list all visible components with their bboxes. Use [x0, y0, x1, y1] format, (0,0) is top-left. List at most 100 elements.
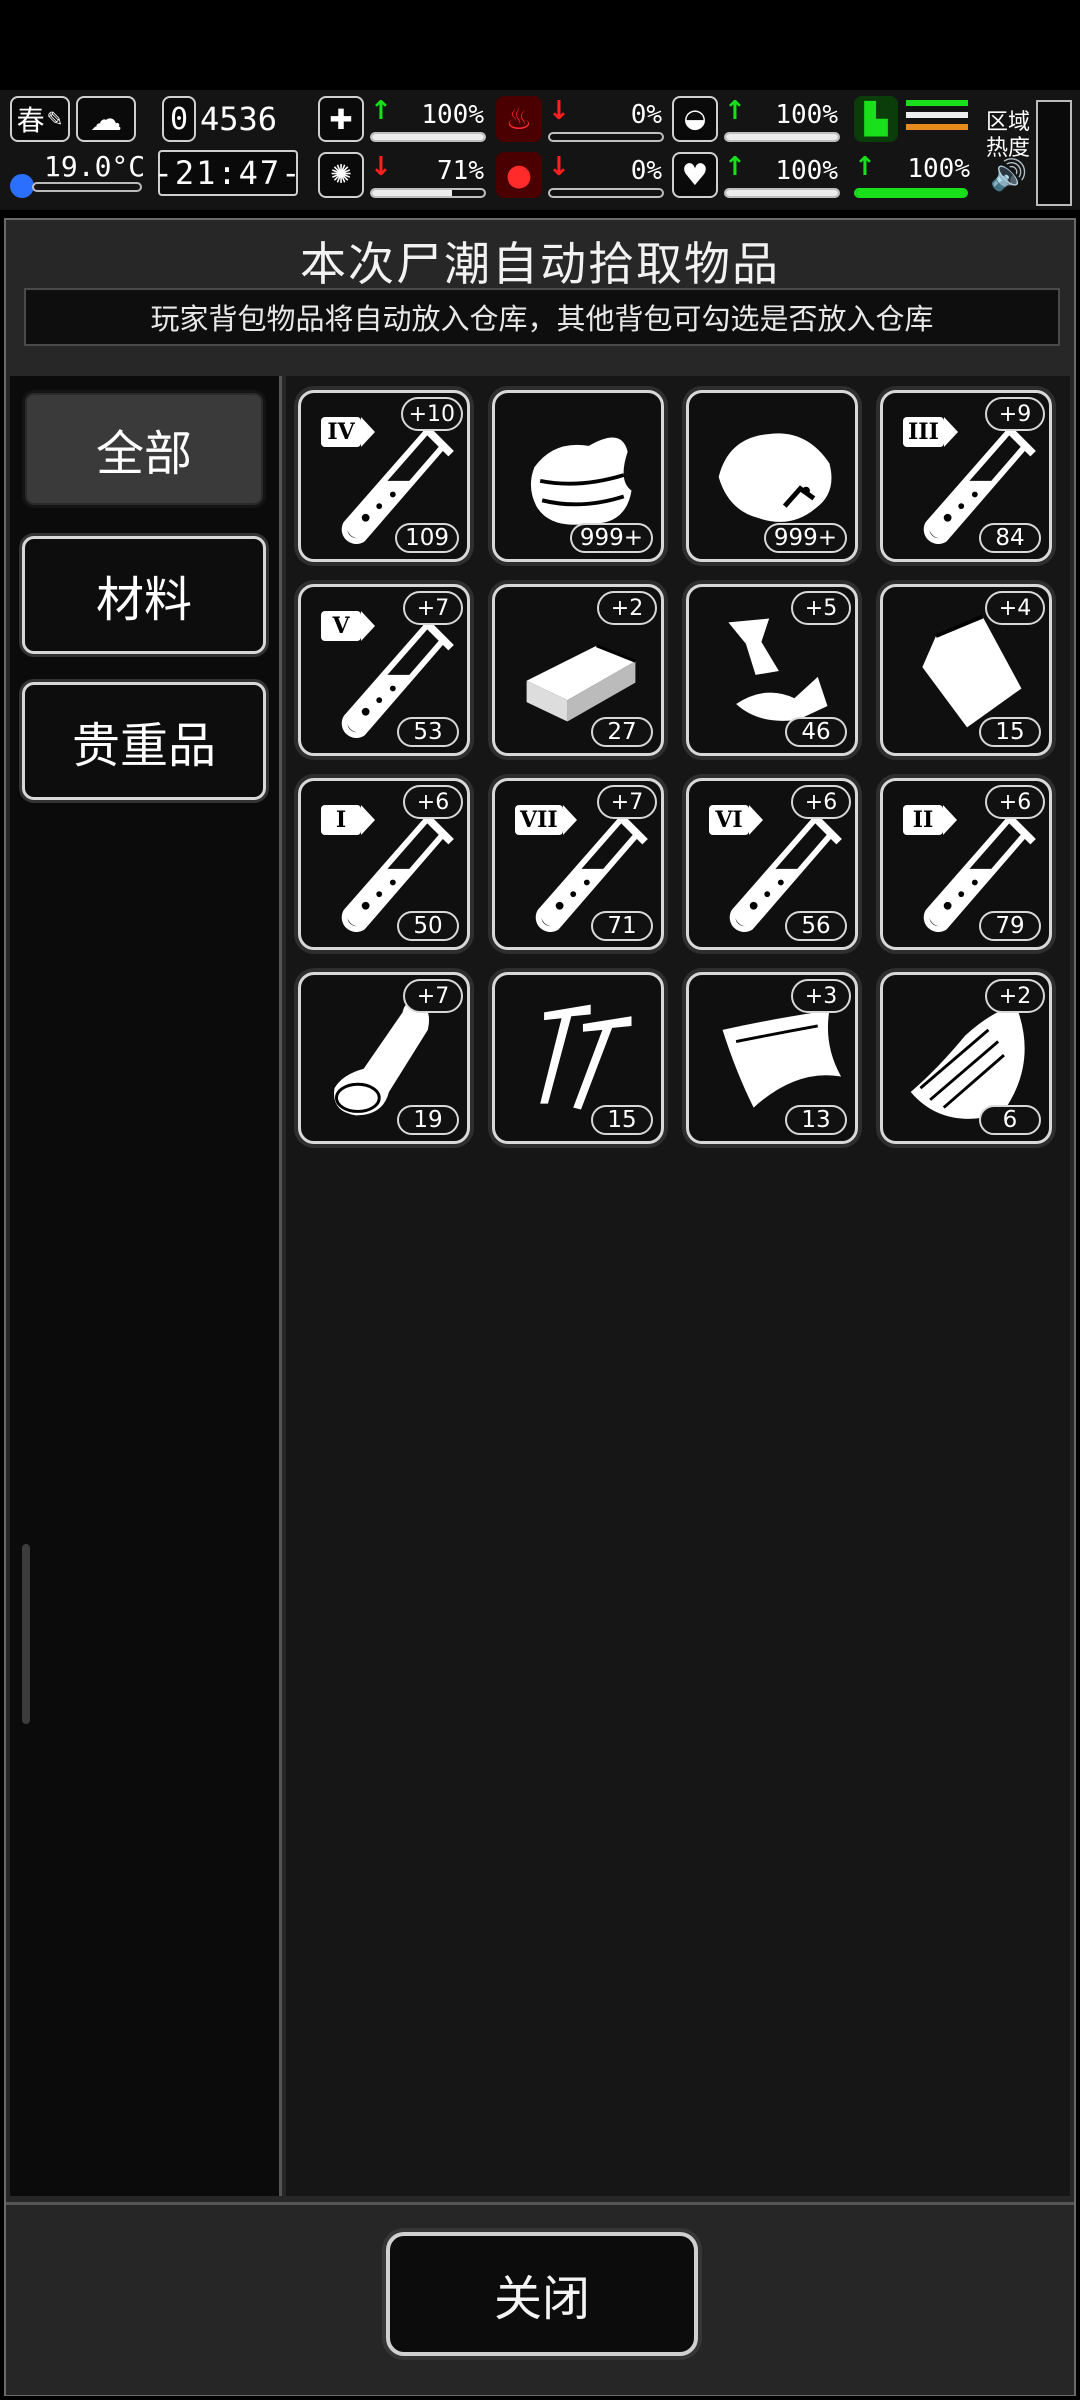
- hunger-bar: [548, 132, 664, 142]
- auto-pickup-panel: 本次尸潮自动拾取物品 玩家背包物品将自动放入仓库，其他背包可勾选是否放入仓库 全…: [4, 218, 1076, 2396]
- temperature-track: [32, 182, 142, 192]
- tier-badge: III: [903, 417, 958, 447]
- item-slot[interactable]: 999+: [492, 390, 664, 562]
- tier-badge: VII: [515, 805, 577, 835]
- item-slot[interactable]: +5 46: [686, 584, 858, 756]
- blood-stat: ● ↓ 0%: [496, 152, 666, 204]
- item-grid: IV +10 109 999+ 999+ III +9 84 V +7 53 +2 27 +5 46 +4 15…: [286, 376, 1070, 2196]
- page-title: 本次尸潮自动拾取物品: [300, 237, 780, 291]
- season-badge: 春 ✎: [10, 96, 70, 142]
- item-slot[interactable]: +7 19: [298, 972, 470, 1144]
- tier-badge: I: [321, 805, 375, 835]
- medkit-icon: ✚: [318, 96, 364, 142]
- mood-bar: [724, 188, 840, 198]
- item-slot[interactable]: V +7 53: [298, 584, 470, 756]
- bonus-badge: +7: [597, 785, 657, 819]
- temperature-gauge: 19.0°C: [10, 150, 145, 200]
- hunger-value: 0%: [630, 100, 662, 130]
- item-slot[interactable]: III +9 84: [880, 390, 1052, 562]
- speaker-icon[interactable]: 🔊: [990, 158, 1027, 193]
- status-hud: 春 ✎ ☁ 19.0°C 0 4536 -21:47- ✚ ↑ 100% ♨ ↓…: [0, 90, 1080, 210]
- bonus-badge: +6: [985, 785, 1045, 819]
- item-slot[interactable]: VI +6 56: [686, 778, 858, 950]
- tab-all[interactable]: 全部: [22, 390, 266, 508]
- bonus-badge: +9: [985, 397, 1045, 431]
- tier-badge: VI: [709, 805, 763, 835]
- sanity-value: 71%: [437, 156, 484, 186]
- sanity-bar: [370, 188, 486, 198]
- item-count: 6: [979, 1105, 1041, 1135]
- heart-icon: ♥: [672, 152, 718, 198]
- tab-materials[interactable]: 材料: [22, 536, 266, 654]
- item-slot[interactable]: +4 15: [880, 584, 1052, 756]
- stamina-stripes: [906, 100, 968, 140]
- close-button[interactable]: 关闭: [386, 2232, 698, 2356]
- item-count: 53: [397, 717, 459, 747]
- item-slot[interactable]: VII +7 71: [492, 778, 664, 950]
- stamina-stat: ▙ ↑ 100%: [850, 96, 970, 206]
- bonus-badge: +2: [985, 979, 1045, 1013]
- tab-valuables[interactable]: 贵重品: [22, 682, 266, 800]
- blood-value: 0%: [630, 156, 662, 186]
- clock-box: -21:47-: [154, 150, 300, 196]
- health-bar: [370, 132, 486, 142]
- thermometer-icon: [10, 174, 34, 198]
- item-slot[interactable]: I +6 50: [298, 778, 470, 950]
- tier-badge: II: [903, 805, 957, 835]
- item-slot[interactable]: 15: [492, 972, 664, 1144]
- item-count: 71: [591, 911, 653, 941]
- item-slot[interactable]: +3 13: [686, 972, 858, 1144]
- brain-icon: ✺: [318, 152, 364, 198]
- tier-badge: IV: [321, 417, 375, 447]
- blood-drop-icon: ●: [496, 152, 542, 198]
- panel-subtitle: 玩家背包物品将自动放入仓库，其他背包可勾选是否放入仓库: [24, 288, 1060, 346]
- item-count: 15: [591, 1105, 653, 1135]
- bonus-badge: +6: [403, 785, 463, 819]
- region-heat[interactable]: 区域 热度 🔊: [980, 100, 1076, 206]
- stamina-bar: [854, 188, 968, 198]
- item-slot[interactable]: II +6 79: [880, 778, 1052, 950]
- item-count: 15: [979, 717, 1041, 747]
- medicine-bar: [724, 132, 840, 142]
- bonus-badge: +7: [403, 979, 463, 1013]
- sanity-stat: ✺ ↓ 71%: [318, 152, 488, 204]
- day-digit: 0: [169, 101, 189, 137]
- bonus-badge: +6: [791, 785, 851, 819]
- feather-icon: ✎: [46, 107, 64, 131]
- stamina-value: 100%: [907, 154, 970, 184]
- health-stat: ✚ ↑ 100%: [318, 96, 488, 148]
- pill-icon: ◒: [672, 96, 718, 142]
- stomach-icon: ♨: [496, 96, 542, 142]
- category-sidebar: 全部 材料 贵重品: [10, 376, 282, 2196]
- sidebar-scrollbar[interactable]: [22, 1544, 30, 1724]
- health-value: 100%: [421, 100, 484, 130]
- item-count: 50: [397, 911, 459, 941]
- region-heat-meter: [1036, 100, 1072, 206]
- item-slot[interactable]: 999+: [686, 390, 858, 562]
- item-count: 27: [591, 717, 653, 747]
- item-count: 109: [395, 523, 459, 553]
- weather-button[interactable]: ☁: [76, 96, 136, 142]
- cloud-icon: ☁: [90, 100, 122, 138]
- mood-stat: ♥ ↑ 100%: [672, 152, 842, 204]
- medicine-value: 100%: [775, 100, 838, 130]
- item-slot[interactable]: +2 27: [492, 584, 664, 756]
- day-digit-box: 0: [162, 96, 196, 142]
- day-counter: 4536: [200, 100, 278, 138]
- item-count: 999+: [763, 523, 847, 553]
- stamina-icon: ▙: [854, 96, 898, 142]
- temperature-value: 19.0°C: [44, 150, 146, 183]
- bonus-badge: +10: [400, 397, 463, 431]
- mood-value: 100%: [775, 156, 838, 186]
- item-count: 13: [785, 1105, 847, 1135]
- season-label: 春: [16, 104, 45, 137]
- item-slot[interactable]: +2 6: [880, 972, 1052, 1144]
- item-slot[interactable]: IV +10 109: [298, 390, 470, 562]
- bonus-badge: +4: [985, 591, 1045, 625]
- clock-value: -21:47-: [153, 154, 303, 192]
- bonus-badge: +5: [791, 591, 851, 625]
- item-count: 999+: [569, 523, 653, 553]
- tier-badge: V: [321, 611, 375, 641]
- item-count: 56: [785, 911, 847, 941]
- hunger-stat: ♨ ↓ 0%: [496, 96, 666, 148]
